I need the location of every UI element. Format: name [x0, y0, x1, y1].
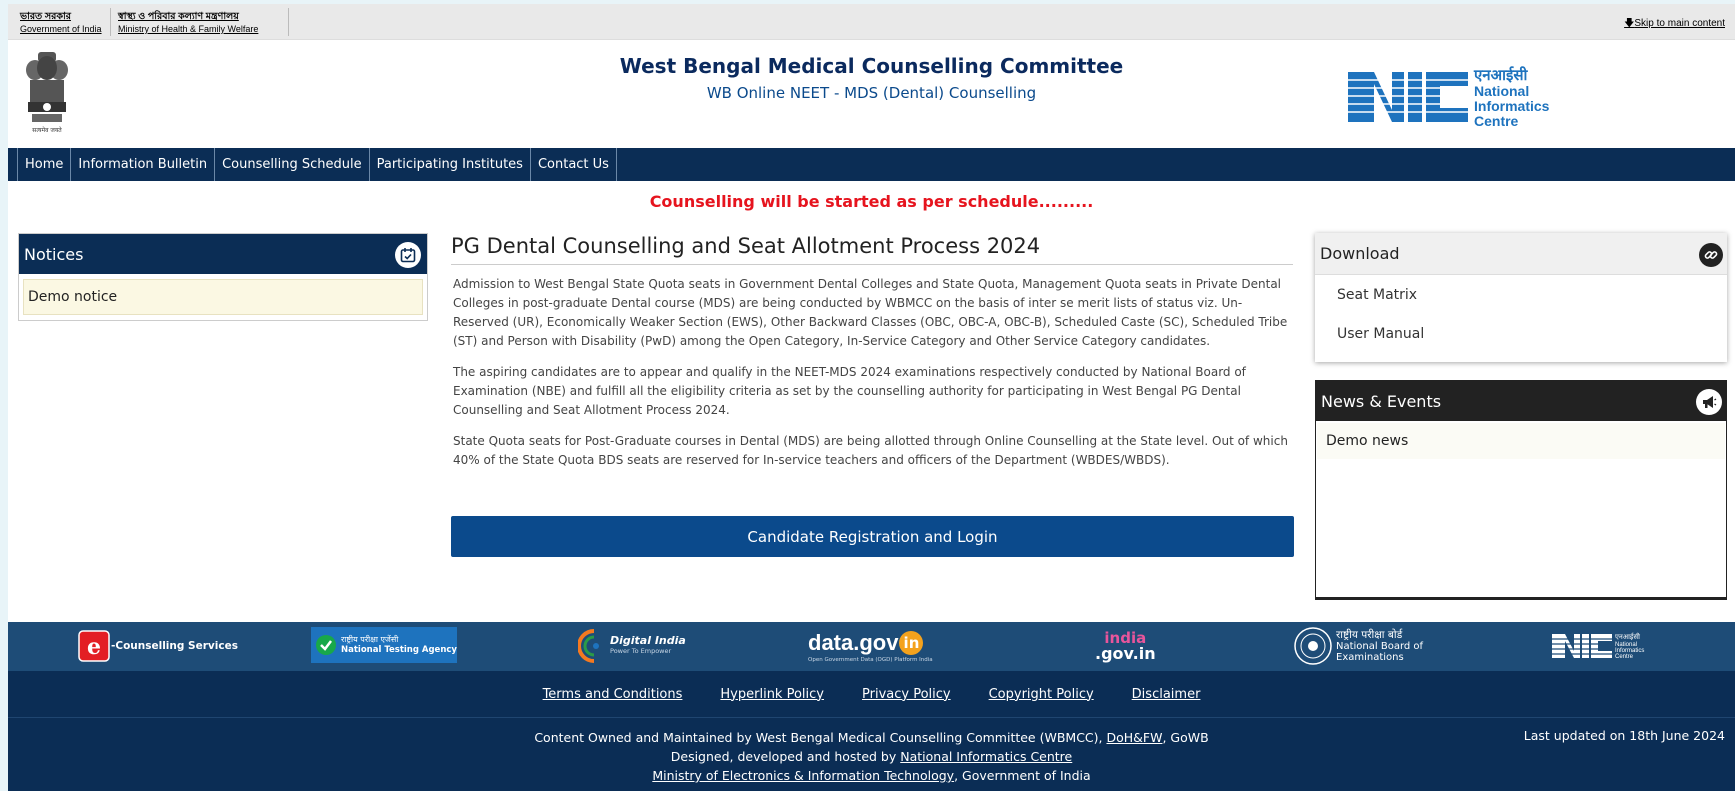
skip-to-main-link[interactable]: 🡇Skip to main content	[1624, 16, 1725, 33]
digital-india-logo[interactable]: Digital India Power To Empower	[578, 627, 686, 665]
india-gov-logo[interactable]: india .gov.in	[1095, 627, 1156, 665]
digital-india-icon	[578, 629, 599, 663]
nta-en-text: National Testing Agency	[341, 645, 457, 655]
download-seat-matrix[interactable]: Seat Matrix	[1315, 275, 1727, 314]
data-gov-text: data.gov	[808, 629, 899, 655]
footer-nic-line3: Centre	[1615, 654, 1634, 660]
skip-label: Skip to main content	[1634, 18, 1725, 29]
nav-contact-us[interactable]: Contact Us	[531, 148, 617, 181]
calendar-icon	[395, 242, 421, 268]
schedule-marquee: Counselling will be started as per sched…	[649, 192, 1094, 211]
ministry-en-text: Ministry of Health & Family Welfare	[118, 24, 259, 34]
digital-india-tagline: Power To Empower	[610, 647, 672, 655]
nic-hindi-text: एनआईसी	[1473, 66, 1528, 84]
main-nav: Home Information Bulletin Counselling Sc…	[8, 148, 1735, 181]
page-title: PG Dental Counselling and Seat Allotment…	[451, 234, 1293, 265]
nav-information-bulletin[interactable]: Information Bulletin	[71, 148, 216, 181]
download-header: Download	[1315, 233, 1727, 275]
meity-link[interactable]: Ministry of Electronics & Information Te…	[652, 768, 954, 783]
digital-india-text: Digital India	[610, 634, 686, 647]
copyright-policy-link[interactable]: Copyright Policy	[989, 687, 1094, 702]
divider	[288, 8, 289, 36]
news-item-label: Demo news	[1326, 433, 1409, 449]
designed-prefix: Designed, developed and hosted by	[670, 749, 901, 764]
e-counselling-icon: e	[78, 630, 110, 662]
owned-prefix: Content Owned and Maintained by West Ben…	[534, 730, 1107, 745]
nta-logo[interactable]: राष्ट्रीय परीक्षा एजेंसी National Testin…	[311, 627, 457, 663]
news-header: News & Events	[1316, 381, 1726, 421]
data-gov-tagline: Open Government Data (OGD) Platform Indi…	[808, 656, 933, 663]
nbe-seal-icon	[1294, 627, 1332, 665]
hyperlink-policy-link[interactable]: Hyperlink Policy	[720, 687, 824, 702]
divider	[110, 8, 111, 36]
nav-home[interactable]: Home	[17, 148, 72, 181]
download-user-manual[interactable]: User Manual	[1315, 314, 1727, 353]
quota-paragraph: State Quota seats for Post-Graduate cour…	[453, 434, 1288, 467]
e-counselling-logo[interactable]: e -Counselling Services	[78, 627, 238, 665]
gov-topbar: ভারত সরকার Government of India স্বাস্থ্য…	[8, 4, 1735, 40]
eligibility-paragraph: The aspiring candidates are to appear an…	[453, 365, 1246, 417]
download-title: Download	[1320, 244, 1400, 263]
news-events-panel: News & Events Demo news	[1315, 380, 1727, 600]
disclaimer-link[interactable]: Disclaimer	[1132, 687, 1201, 702]
candidate-registration-button[interactable]: Candidate Registration and Login	[451, 516, 1294, 557]
owned-suffix: , GoWB	[1162, 730, 1209, 745]
notices-header: Notices	[19, 234, 427, 274]
owned-line: Content Owned and Maintained by West Ben…	[8, 728, 1735, 747]
notices-panel: Notices Demo notice	[18, 233, 428, 321]
footer-credits: Content Owned and Maintained by West Ben…	[8, 717, 1735, 791]
ministry-local-text: স্বাস্থ্য ও পরিবার কল্যাণ মন্ত্রণালয়	[118, 11, 239, 22]
data-gov-logo[interactable]: data.gov in Open Government Data (OGD) P…	[808, 627, 933, 665]
nbe-en-line1: National Board of	[1336, 640, 1424, 652]
nav-counselling-schedule[interactable]: Counselling Schedule	[215, 148, 370, 181]
nav-participating-institutes[interactable]: Participating Institutes	[370, 148, 531, 181]
designed-line: Designed, developed and hosted by Nation…	[8, 747, 1735, 766]
footer-logo-strip: e -Counselling Services राष्ट्रीय परीक्ष…	[8, 622, 1735, 671]
gov-local-text: ভারত সরকার	[20, 11, 71, 22]
nbe-en-line2: Examinations	[1336, 651, 1404, 663]
nbe-hindi-text: राष्ट्रीय परीक्षा बोर्ड	[1336, 628, 1403, 641]
page: ভারত সরকার Government of India স্বাস্থ্য…	[8, 4, 1735, 791]
ministry-line: Ministry of Electronics & Information Te…	[8, 766, 1735, 785]
download-panel: Download Seat Matrix User Manual	[1315, 233, 1727, 362]
nic-link[interactable]: National Informatics Centre	[900, 749, 1072, 764]
footer-nic-hindi: एनआईसी	[1615, 632, 1640, 641]
intro-paragraph: Admission to West Bengal State Quota sea…	[453, 277, 1288, 348]
ministry-suffix: , Government of India	[954, 768, 1091, 783]
link-icon	[1699, 243, 1723, 267]
nic-line1: National	[1474, 83, 1529, 99]
privacy-policy-link[interactable]: Privacy Policy	[862, 687, 951, 702]
gov-of-india-link[interactable]: ভারত সরকার Government of India	[20, 10, 102, 36]
emblem-caption: सत्यमेव जयते	[32, 126, 62, 134]
footer-nic-logo[interactable]: एनआईसी National Informatics Centre	[1552, 627, 1656, 665]
notice-item-label: Demo notice	[28, 289, 118, 305]
site-header: सत्यमेव जयते West Bengal Medical Counsel…	[8, 40, 1735, 148]
news-title: News & Events	[1321, 391, 1442, 411]
nic-line2: Informatics	[1474, 98, 1550, 114]
megaphone-icon	[1696, 389, 1722, 415]
terms-link[interactable]: Terms and Conditions	[543, 687, 683, 702]
news-item[interactable]: Demo news	[1317, 423, 1725, 459]
india-gov-bottom-text: .gov.in	[1095, 644, 1156, 663]
ministry-link[interactable]: স্বাস্থ্য ও পরিবার কল্যাণ মন্ত্রণালয় Mi…	[118, 10, 258, 36]
data-gov-in-badge: in	[899, 630, 924, 655]
footer-links: Terms and Conditions Hyperlink Policy Pr…	[8, 671, 1735, 717]
gov-en-text: Government of India	[20, 24, 102, 34]
dohfw-link[interactable]: DoH&FW	[1106, 730, 1162, 745]
nic-line3: Centre	[1474, 113, 1519, 128]
notices-title: Notices	[24, 244, 84, 264]
checkmark-icon	[316, 635, 336, 655]
notice-item[interactable]: Demo notice	[23, 279, 423, 315]
arrow-down-icon: 🡇	[1624, 18, 1635, 29]
nic-footer-icon: एनआईसी National Informatics Centre	[1552, 632, 1644, 660]
svg-text:e: e	[87, 634, 101, 660]
nta-hindi-text: राष्ट्रीय परीक्षा एजेंसी	[341, 635, 399, 644]
last-updated: Last updated on 18th June 2024	[1523, 728, 1725, 743]
nic-logo: एनआईसी National Informatics Centre	[1348, 66, 1550, 128]
nbe-logo[interactable]: राष्ट्रीय परीक्षा बोर्ड National Board o…	[1293, 627, 1423, 665]
e-counselling-text: -Counselling Services	[111, 640, 238, 652]
main-content: PG Dental Counselling and Seat Allotment…	[451, 234, 1293, 470]
